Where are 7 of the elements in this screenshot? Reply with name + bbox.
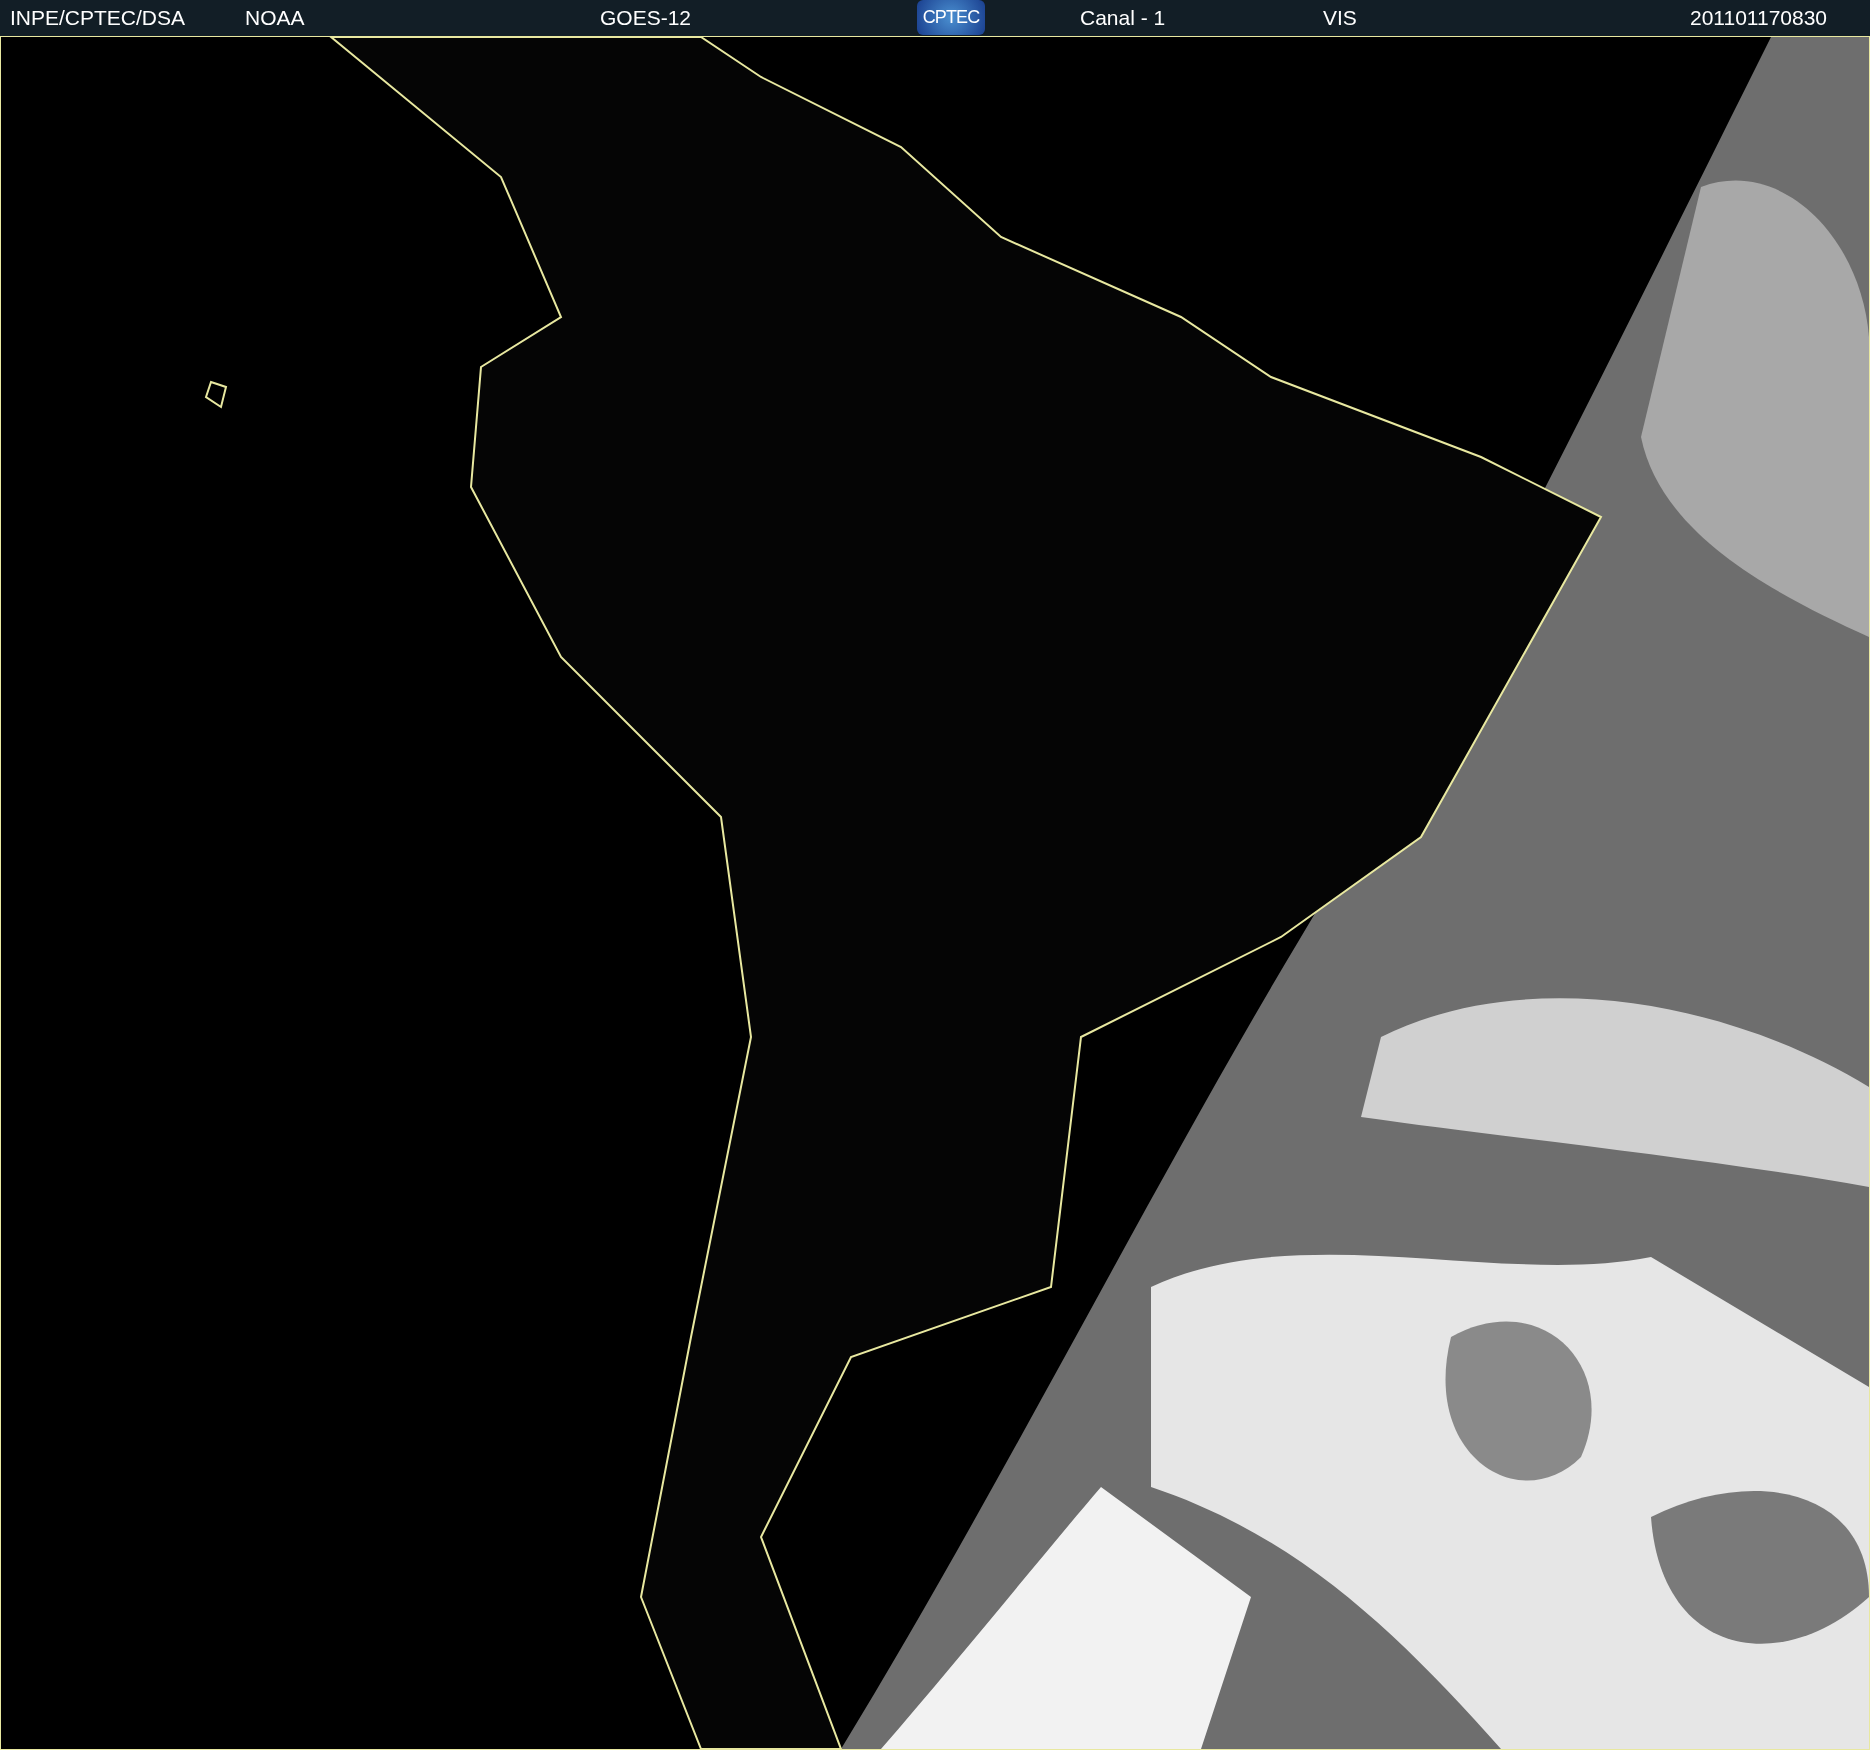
timestamp-label: 201101170830 <box>1690 7 1828 29</box>
source-label: NOAA <box>245 7 305 29</box>
band-label: VIS <box>1323 7 1357 29</box>
agency-label: INPE/CPTEC/DSA <box>10 7 186 29</box>
logo: CPTEC <box>917 0 985 35</box>
satellite-label: GOES-12 <box>600 7 692 29</box>
channel-label: Canal - 1 <box>1080 7 1166 29</box>
